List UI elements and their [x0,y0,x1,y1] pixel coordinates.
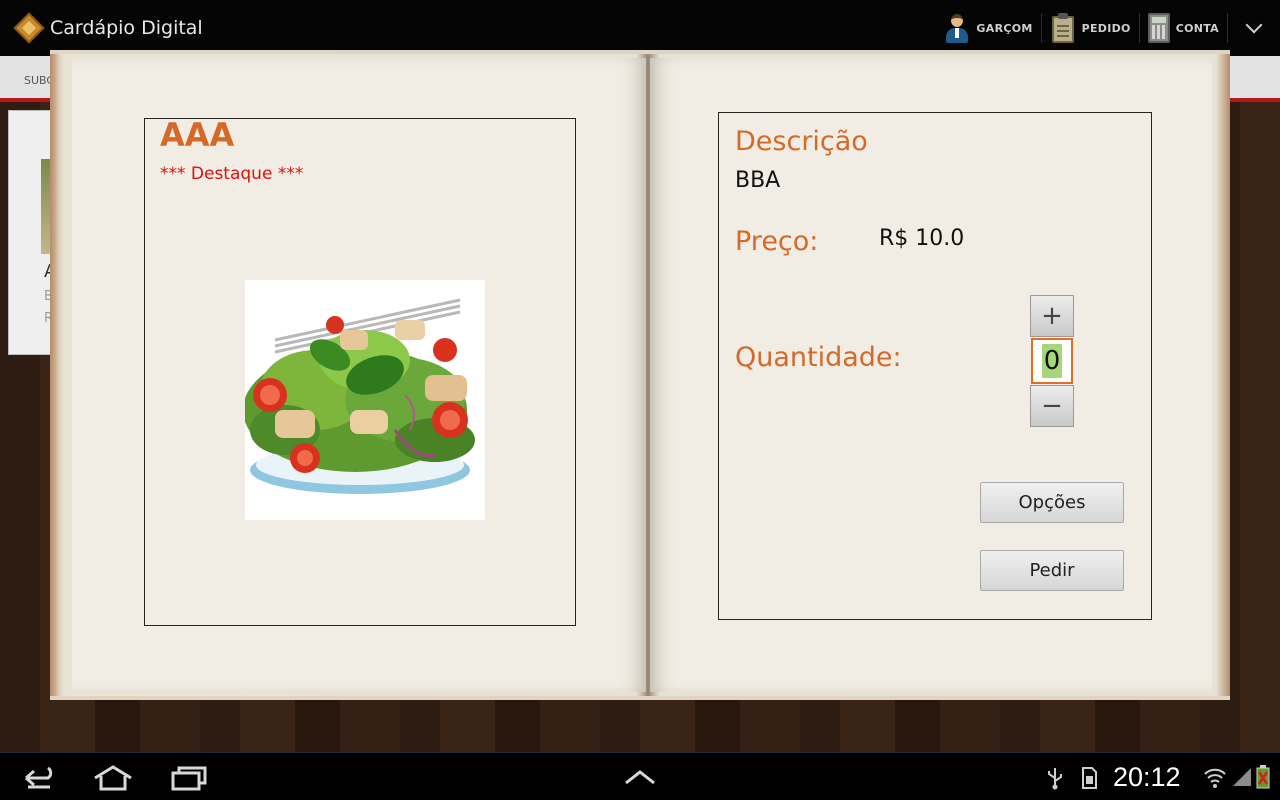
dish-name: AAA [160,116,235,154]
action-bar-actions: GARÇOM PEDIDO CONTA [936,0,1280,56]
dish-detail-dialog: AAA *** Destaque *** Descrição BBA Preço… [50,50,1230,700]
price-label: Preço: [735,226,819,257]
order-item-button[interactable]: Pedir [980,550,1124,591]
recent-apps-icon[interactable] [170,765,208,791]
bill-label: CONTA [1175,21,1219,35]
clock: 20:12 [1113,762,1181,792]
plus-icon: + [1041,301,1063,331]
system-bar: 20:12 [0,752,1280,800]
salad-photo [245,280,485,520]
quantity-label: Quantidade: [735,342,902,373]
options-button[interactable]: Opções [980,482,1124,523]
action-bar: Cardápio Digital GARÇOM PEDIDO CONTA [0,0,1280,56]
price-value: R$ 10.0 [879,226,965,251]
quantity-stepper: + 0 − [1030,295,1074,427]
up-arrow-icon[interactable] [624,769,656,785]
back-icon[interactable] [20,765,58,791]
bill-button[interactable]: CONTA [1140,0,1227,56]
minus-icon: − [1041,391,1063,421]
decrement-button[interactable]: − [1030,385,1074,427]
description-label: Descrição [735,126,868,157]
featured-tag: *** Destaque *** [160,164,304,184]
usb-icon [1048,768,1062,790]
quantity-input[interactable]: 0 [1031,338,1073,384]
waiter-icon [944,13,970,43]
signal-icon [1233,768,1251,786]
overflow-menu-button[interactable] [1228,0,1280,56]
call-waiter-button[interactable]: GARÇOM [936,0,1040,56]
chevron-down-icon [1245,16,1263,34]
call-waiter-label: GARÇOM [976,21,1033,35]
description-value: BBA [735,168,781,193]
battery-icon [1256,765,1270,789]
order-label: PEDIDO [1081,21,1131,35]
increment-button[interactable]: + [1030,295,1074,337]
app-logo-icon[interactable] [13,12,45,44]
calculator-icon [1147,13,1170,43]
quantity-value: 0 [1041,344,1063,378]
home-icon[interactable] [92,765,134,791]
app-title: Cardápio Digital [50,17,203,39]
order-pad-icon [1050,13,1076,43]
sd-card-icon [1082,767,1097,789]
wifi-icon [1204,768,1226,788]
order-button[interactable]: PEDIDO [1042,0,1139,56]
